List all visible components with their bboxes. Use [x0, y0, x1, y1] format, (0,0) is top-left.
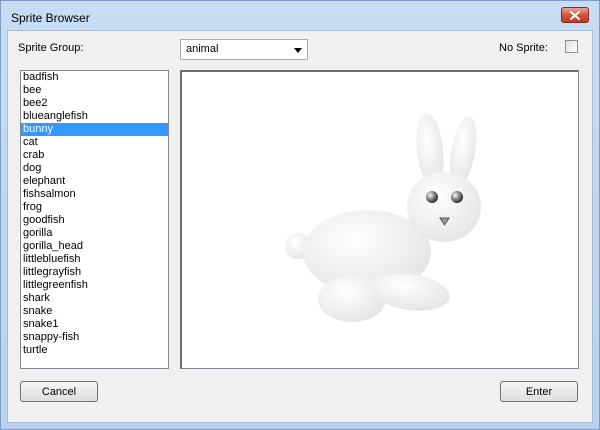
list-item[interactable]: snake1: [21, 318, 168, 331]
list-item[interactable]: snake: [21, 305, 168, 318]
list-item[interactable]: blueanglefish: [21, 110, 168, 123]
bunny-sprite-icon: [285, 113, 481, 322]
list-item[interactable]: snappy-fish: [21, 331, 168, 344]
list-item[interactable]: bunny: [21, 123, 168, 136]
sprite-browser-window: Sprite Browser Sprite Group: animal No S…: [0, 0, 600, 430]
list-item[interactable]: elephant: [21, 175, 168, 188]
dialog-body: Sprite Group: animal No Sprite: badfish b…: [7, 30, 593, 423]
list-item[interactable]: crab: [21, 149, 168, 162]
list-item[interactable]: littlebluefish: [21, 253, 168, 266]
sprite-list[interactable]: badfish bee bee2 blueanglefish bunny cat crab d…: [20, 70, 169, 369]
list-item[interactable]: fishsalmon: [21, 188, 168, 201]
list-item[interactable]: cat: [21, 136, 168, 149]
window-title: Sprite Browser: [11, 11, 90, 25]
list-item[interactable]: littlegrayfish: [21, 266, 168, 279]
no-sprite-checkbox[interactable]: [565, 40, 578, 53]
sprite-group-value: animal: [186, 43, 219, 55]
chevron-down-icon: [294, 48, 302, 53]
sprite-preview: [180, 70, 579, 369]
list-item[interactable]: shark: [21, 292, 168, 305]
sprite-group-label: Sprite Group:: [18, 42, 84, 54]
list-item[interactable]: goodfish: [21, 214, 168, 227]
title-bar[interactable]: Sprite Browser: [1, 1, 599, 33]
enter-button[interactable]: Enter: [500, 381, 578, 402]
list-item[interactable]: gorilla_head: [21, 240, 168, 253]
list-item[interactable]: dog: [21, 162, 168, 175]
list-item[interactable]: frog: [21, 201, 168, 214]
sprite-group-select[interactable]: animal: [180, 39, 308, 60]
list-item[interactable]: bee2: [21, 97, 168, 110]
list-item[interactable]: badfish: [21, 71, 168, 84]
list-item[interactable]: turtle: [21, 344, 168, 357]
close-button[interactable]: [561, 7, 589, 23]
list-item[interactable]: littlegreenfish: [21, 279, 168, 292]
close-icon: [570, 10, 580, 20]
no-sprite-label: No Sprite:: [499, 42, 548, 54]
list-item[interactable]: bee: [21, 84, 168, 97]
cancel-button[interactable]: Cancel: [20, 381, 98, 402]
list-item[interactable]: gorilla: [21, 227, 168, 240]
